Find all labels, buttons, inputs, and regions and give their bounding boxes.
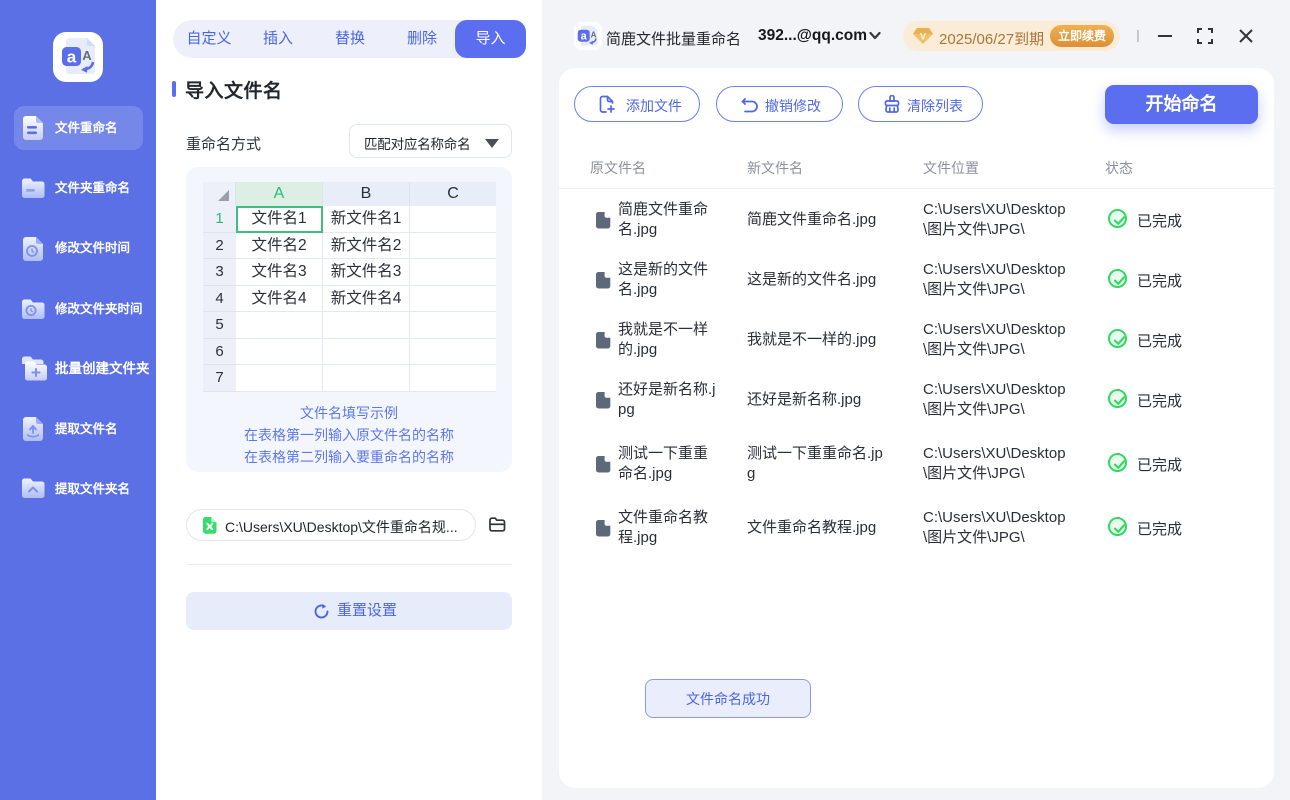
svg-text:A: A [591,31,597,40]
svg-text:V: V [920,32,926,42]
svg-text:a: a [67,48,77,67]
svg-text:a: a [581,31,588,43]
svg-text:A: A [82,48,92,63]
